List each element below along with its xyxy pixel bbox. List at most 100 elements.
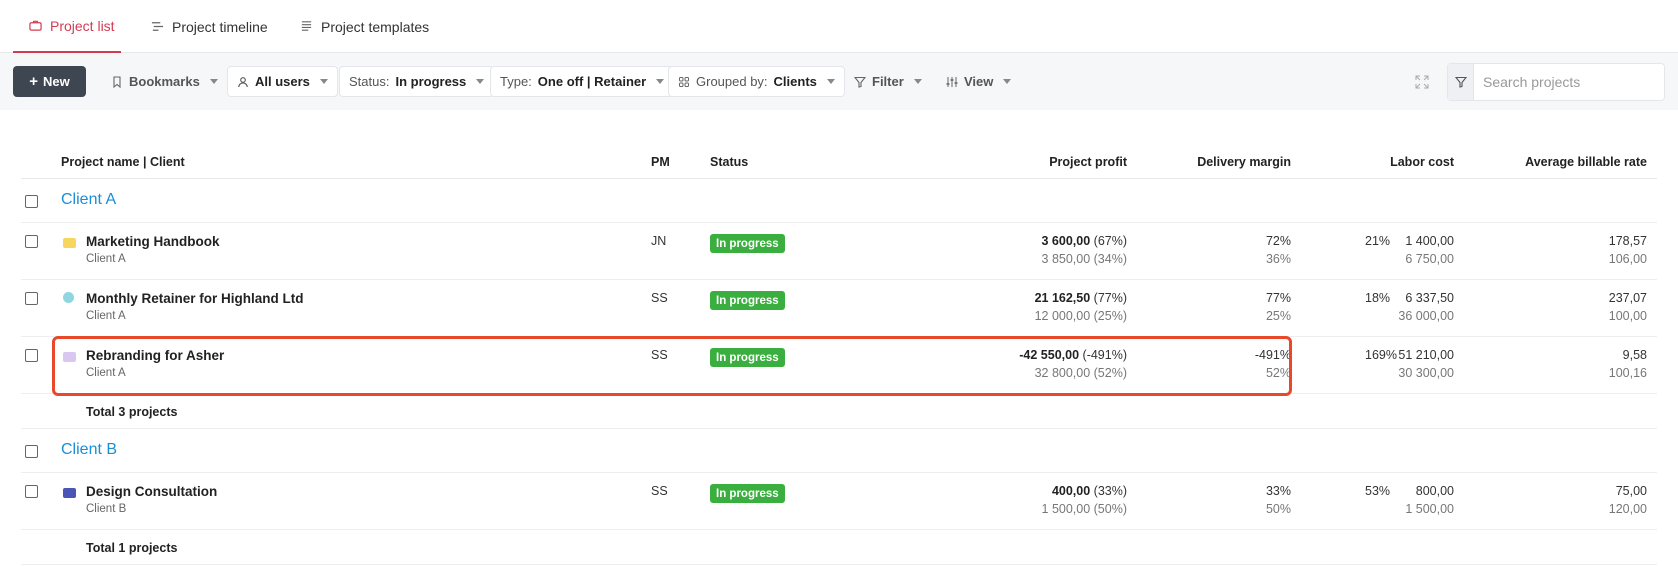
plus-icon: + (29, 73, 39, 90)
status-dropdown[interactable]: Status: In progress (339, 66, 495, 97)
row-checkbox[interactable] (25, 349, 38, 362)
grouped-value: Clients (773, 74, 817, 89)
status-badge: In progress (710, 348, 785, 367)
profit-main: 21 162,50 (77%) (1034, 291, 1127, 305)
project-pm: SS (651, 291, 668, 305)
retainer-icon (63, 292, 74, 303)
group-checkbox[interactable] (25, 195, 38, 208)
row-checkbox[interactable] (25, 485, 38, 498)
status-badge: In progress (710, 291, 785, 310)
project-client: Client B (86, 503, 127, 515)
view-label: View (964, 74, 994, 89)
chevron-down-icon (913, 79, 922, 84)
type-dropdown[interactable]: Type: One off | Retainer (490, 66, 675, 97)
search-input[interactable] (1474, 65, 1664, 99)
profit-sub: 12 000,00 (25%) (1034, 309, 1127, 323)
tab-label: Project list (50, 17, 115, 34)
rate-sub: 100,00 (1608, 309, 1647, 323)
margin-sub: 52% (1265, 366, 1291, 380)
search-filter-button[interactable] (1448, 64, 1474, 100)
project-name[interactable]: Monthly Retainer for Highland Ltd (86, 291, 304, 306)
group-checkbox[interactable] (25, 445, 38, 458)
status-badge: In progress (710, 234, 785, 253)
profit-sub: 3 850,00 (34%) (1041, 252, 1127, 266)
group-row-client-b: Client B (21, 429, 1657, 473)
filter-label: Filter (872, 74, 904, 89)
group-name[interactable]: Client B (61, 441, 117, 459)
rate-main: 9,58 (1622, 348, 1647, 362)
labor-pct: 169% (1365, 348, 1397, 362)
briefcase-icon (63, 488, 76, 498)
grouped-by-dropdown[interactable]: Grouped by: Clients (668, 66, 845, 97)
chevron-down-icon (656, 79, 665, 84)
project-client: Client A (86, 367, 126, 379)
project-pm: SS (651, 348, 668, 362)
group-total: Total 3 projects (86, 405, 178, 419)
view-dropdown[interactable]: View (937, 66, 1020, 97)
group-name[interactable]: Client A (61, 191, 116, 209)
labor-sub: 30 300,00 (1398, 366, 1454, 380)
sliders-icon (946, 76, 958, 87)
tab-project-templates[interactable]: Project templates (300, 0, 429, 53)
table-row[interactable]: Marketing Handbook Client A JN In progre… (21, 223, 1657, 280)
chevron-down-icon (476, 79, 485, 84)
chevron-down-icon (826, 79, 835, 84)
labor-main: 800,00 (1415, 484, 1454, 498)
chevron-down-icon (1003, 79, 1012, 84)
rate-main: 178,57 (1608, 234, 1647, 248)
toolbar: + New Bookmarks All users Status: In pro… (0, 53, 1678, 110)
bookmarks-dropdown[interactable]: Bookmarks (102, 66, 227, 97)
users-dropdown[interactable]: All users (227, 66, 338, 97)
row-checkbox[interactable] (25, 235, 38, 248)
profit-main: -42 550,00 (-491%) (1019, 348, 1127, 362)
new-button[interactable]: + New (13, 66, 86, 97)
row-checkbox[interactable] (25, 292, 38, 305)
project-name[interactable]: Design Consultation (86, 484, 217, 499)
column-header-labor[interactable]: Labor cost (1390, 155, 1454, 169)
table-row[interactable]: Rebranding for Asher Client A SS In prog… (21, 337, 1657, 394)
status-prefix: Status: (349, 74, 390, 89)
profit-main: 400,00 (33%) (1051, 484, 1127, 498)
table-row[interactable]: Monthly Retainer for Highland Ltd Client… (21, 280, 1657, 337)
rate-main: 75,00 (1615, 484, 1647, 498)
rate-sub: 100,16 (1608, 366, 1647, 380)
folder-icon (63, 352, 76, 362)
labor-sub: 36 000,00 (1398, 309, 1454, 323)
labor-sub: 1 500,00 (1405, 502, 1454, 516)
filter-icon (854, 76, 866, 88)
bookmarks-label: Bookmarks (129, 74, 200, 89)
tab-label: Project templates (321, 18, 430, 35)
search-box (1447, 63, 1665, 101)
project-name[interactable]: Marketing Handbook (86, 234, 220, 249)
project-name[interactable]: Rebranding for Asher (86, 348, 224, 363)
table-row[interactable]: Design Consultation Client B SS In progr… (21, 473, 1657, 530)
type-value: One off | Retainer (537, 74, 647, 89)
column-header-profit[interactable]: Project profit (1049, 155, 1127, 169)
templates-icon (301, 21, 312, 31)
project-client: Client A (86, 310, 126, 322)
project-client: Client A (86, 253, 126, 265)
project-pm: SS (651, 484, 668, 498)
labor-pct: 53% (1365, 484, 1391, 498)
column-header-margin[interactable]: Delivery margin (1197, 155, 1291, 169)
timeline-icon (151, 22, 164, 31)
column-header-pm[interactable]: PM (651, 155, 670, 169)
chevron-down-icon (209, 79, 218, 84)
chevron-down-icon (319, 79, 328, 84)
column-header-name[interactable]: Project name | Client (61, 155, 185, 169)
expand-icon[interactable] (1415, 75, 1429, 89)
labor-main: 6 337,50 (1405, 291, 1454, 305)
filter-icon (1454, 76, 1467, 88)
column-header-rate[interactable]: Average billable rate (1525, 155, 1647, 169)
rate-sub: 120,00 (1608, 502, 1647, 516)
margin-main: -491% (1254, 348, 1291, 362)
briefcase-icon (29, 20, 42, 31)
tab-label: Project timeline (172, 18, 268, 35)
tab-project-list[interactable]: Project list (13, 0, 121, 53)
tab-bar: Project list Project timeline Project te… (0, 0, 1678, 53)
tab-project-timeline[interactable]: Project timeline (151, 0, 268, 53)
margin-sub: 50% (1265, 502, 1291, 516)
rate-sub: 106,00 (1608, 252, 1647, 266)
column-header-status[interactable]: Status (710, 155, 748, 169)
filter-dropdown[interactable]: Filter (845, 66, 931, 97)
